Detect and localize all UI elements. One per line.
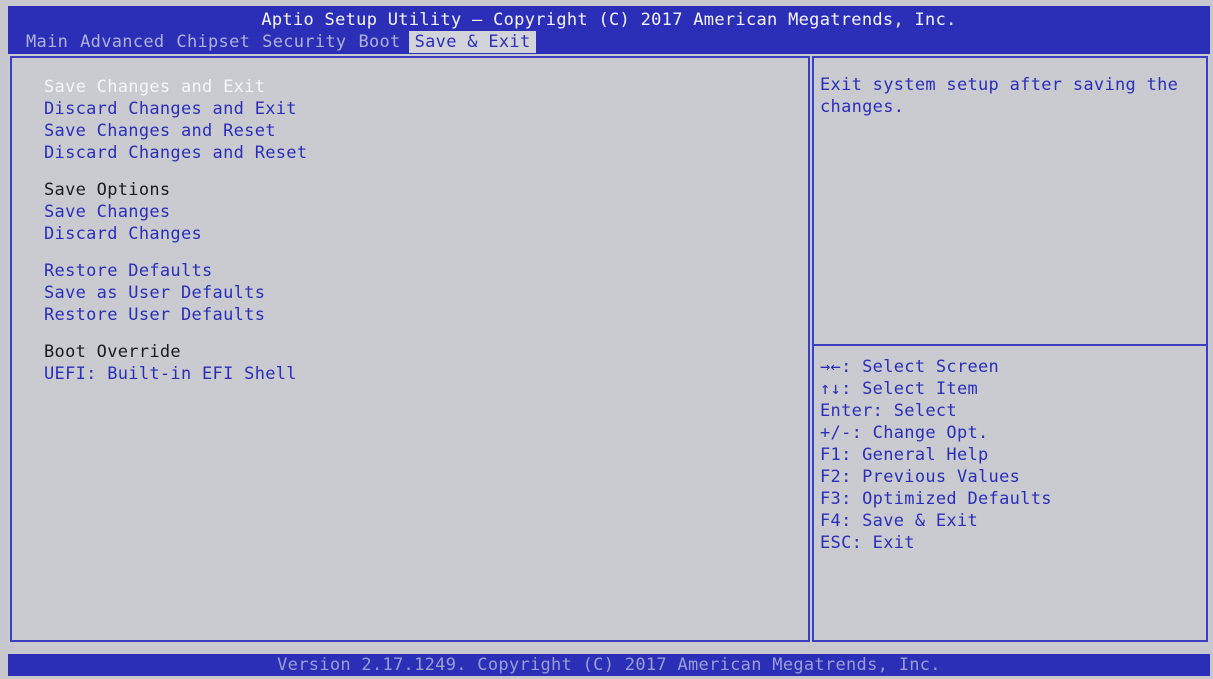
bios-screen: Aptio Setup Utility – Copyright (C) 2017… [0, 0, 1213, 679]
save-as-user-defaults-item[interactable]: Save as User Defaults [44, 282, 307, 304]
key-previous-values: F2: Previous Values [820, 467, 1021, 487]
key-select-screen: →←: Select Screen [820, 357, 1000, 377]
tab-chipset[interactable]: Chipset [170, 31, 256, 53]
tab-bar: Main Advanced Chipset Security Boot Save… [20, 31, 537, 53]
restore-user-defaults-item[interactable]: Restore User Defaults [44, 304, 307, 326]
save-changes-item[interactable]: Save Changes [44, 201, 307, 223]
discard-changes-and-reset-item[interactable]: Discard Changes and Reset [44, 142, 307, 164]
key-general-help: F1: General Help [820, 445, 989, 465]
tab-boot[interactable]: Boot [352, 31, 406, 53]
header-bar: Aptio Setup Utility – Copyright (C) 2017… [8, 6, 1210, 54]
tab-save-and-exit[interactable]: Save & Exit [408, 31, 537, 53]
menu-panel: Save Changes and Exit Discard Changes an… [10, 56, 810, 642]
boot-override-heading: Boot Override [44, 342, 181, 362]
key-enter-select: Enter: Select [820, 401, 957, 421]
tab-security[interactable]: Security [256, 31, 352, 53]
uefi-efi-shell-item[interactable]: UEFI: Built-in EFI Shell [44, 363, 307, 385]
key-esc-exit: ESC: Exit [820, 533, 915, 553]
discard-changes-item[interactable]: Discard Changes [44, 223, 307, 245]
version-footer: Version 2.17.1249. Copyright (C) 2017 Am… [8, 654, 1210, 676]
save-changes-and-exit-item[interactable]: Save Changes and Exit [44, 76, 307, 98]
restore-defaults-item[interactable]: Restore Defaults [44, 260, 307, 282]
key-save-and-exit: F4: Save & Exit [820, 511, 979, 531]
save-changes-and-reset-item[interactable]: Save Changes and Reset [44, 120, 307, 142]
save-options-heading: Save Options [44, 180, 171, 200]
key-select-item: ↑↓: Select Item [820, 379, 979, 399]
discard-changes-and-exit-item[interactable]: Discard Changes and Exit [44, 98, 307, 120]
help-text: Exit system setup after saving the chang… [820, 75, 1179, 117]
menu-list: Save Changes and Exit Discard Changes an… [44, 76, 307, 385]
help-panel: Exit system setup after saving the chang… [812, 56, 1208, 642]
tab-main[interactable]: Main [20, 31, 74, 53]
key-change-opt: +/-: Change Opt. [820, 423, 989, 443]
tab-advanced[interactable]: Advanced [74, 31, 170, 53]
utility-title: Aptio Setup Utility – Copyright (C) 2017… [261, 10, 957, 30]
help-divider [814, 344, 1206, 346]
key-optimized-defaults: F3: Optimized Defaults [820, 489, 1052, 509]
main-area: Save Changes and Exit Discard Changes an… [8, 54, 1210, 646]
key-legend: →←: Select Screen ↑↓: Select Item Enter:… [820, 356, 1052, 554]
